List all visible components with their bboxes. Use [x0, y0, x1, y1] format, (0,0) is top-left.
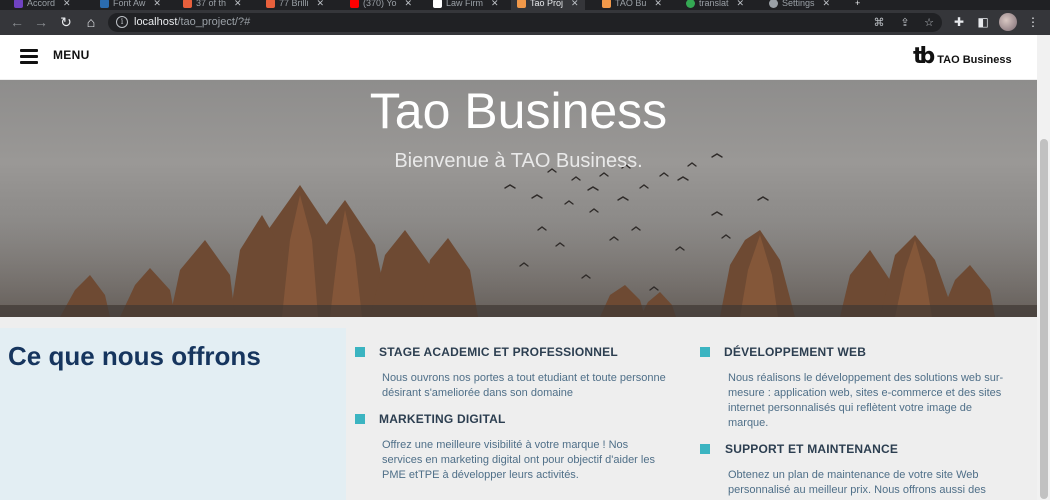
share-icon[interactable]: ⇪ [898, 16, 912, 30]
profile-avatar[interactable] [999, 13, 1017, 31]
tab-favicon-icon [100, 0, 109, 8]
site-header: MENU tb TAO Business [0, 35, 1037, 80]
browser-tab[interactable]: 77 Brilli ✕ [266, 0, 324, 10]
close-icon[interactable]: ✕ [654, 0, 662, 9]
tab-favicon-icon [183, 0, 192, 8]
service-description: Nous réalisons le développement des solu… [728, 371, 1003, 431]
tab-favicon-icon [14, 0, 23, 8]
tab-favicon-icon [769, 0, 778, 8]
scrollbar-thumb[interactable] [1040, 139, 1048, 499]
page-viewport: MENU tb TAO Business Tao Business Bienve… [0, 35, 1037, 500]
browser-tab[interactable]: Accord ✕ [14, 0, 71, 10]
service-description: Obtenez un plan de maintenance de votre … [728, 468, 986, 498]
browser-tab[interactable]: 37 of th ✕ [183, 0, 242, 10]
browser-tab[interactable]: Law Firm ✕ [433, 0, 499, 10]
site-logo[interactable]: tb TAO Business [913, 43, 1012, 71]
browser-tab-active[interactable]: Tao Proj ✕ [511, 0, 585, 10]
hero-banner: Tao Business Bienvenue à TAO Business. [0, 80, 1037, 317]
tab-favicon-icon [433, 0, 442, 8]
service-description-line: internet personnalisés qui reflètent vot… [728, 402, 972, 414]
service-title: DÉVELOPPEMENT WEB [724, 345, 867, 359]
service-description-line: PME etTPE à développer leurs activités. [382, 469, 579, 481]
address-url: localhost/tao_project/?# [134, 16, 251, 28]
service-description-line: mesure : application web, sites e-commer… [728, 387, 1002, 399]
browser-tab[interactable]: Settings ✕ [769, 0, 830, 10]
translate-icon[interactable]: ⌘ [872, 16, 886, 30]
close-icon[interactable]: ✕ [405, 0, 413, 9]
tab-favicon-icon [602, 0, 611, 8]
logo-text: TAO Business [937, 54, 1012, 66]
hamburger-menu-icon[interactable] [20, 49, 38, 64]
extensions-puzzle-icon[interactable]: ✚ [951, 14, 967, 30]
hero-title: Tao Business [369, 83, 668, 139]
home-icon[interactable]: ⌂ [82, 13, 100, 31]
service-description-line: personnalisé au meilleur prix. Nous offr… [728, 484, 986, 496]
tab-favicon-icon [686, 0, 695, 8]
browser-tab[interactable]: Font Aw ✕ [100, 0, 161, 10]
service-bullet-icon [700, 347, 710, 357]
browser-toolbar: ← → ↻ ⌂ i localhost/tao_project/?# ⌘ ⇪ ☆… [0, 10, 1050, 35]
site-info-icon[interactable]: i [116, 16, 128, 28]
close-icon[interactable]: ✕ [737, 0, 745, 9]
hero-subtitle: Bienvenue à TAO Business. [394, 150, 643, 172]
browser-tab[interactable]: TAO Bu ✕ [602, 0, 662, 10]
service-description-line: Offrez une meilleure visibilité à votre … [382, 439, 629, 451]
close-icon[interactable]: ✕ [491, 0, 499, 9]
service-title: MARKETING DIGITAL [379, 412, 506, 426]
tab-favicon-icon [350, 0, 359, 8]
forward-arrow-icon[interactable]: → [32, 13, 50, 31]
tab-favicon-icon [517, 0, 526, 8]
service-description: Nous ouvrons nos portes a tout etudiant … [382, 371, 666, 401]
browser-tab[interactable]: translat ✕ [686, 0, 744, 10]
close-icon[interactable]: ✕ [63, 0, 71, 9]
service-bullet-icon [355, 414, 365, 424]
close-icon[interactable]: ✕ [234, 0, 242, 9]
service-bullet-icon [700, 444, 710, 454]
page-scrollbar[interactable] [1037, 35, 1050, 500]
offers-heading: Ce que nous offrons [8, 341, 261, 371]
close-icon[interactable]: ✕ [823, 0, 831, 9]
new-tab-button[interactable]: + [855, 0, 860, 10]
reload-icon[interactable]: ↻ [57, 13, 75, 31]
plus-icon: + [855, 0, 861, 8]
close-icon[interactable]: ✕ [153, 0, 161, 9]
service-description-line: services en marketing digital ont pour o… [382, 454, 655, 466]
service-description-line: Nous ouvrons nos portes a tout etudiant … [382, 372, 666, 384]
browser-tab-strip: Accord ✕ Font Aw ✕ 37 of th ✕ 77 Brilli ✕ (3… [0, 0, 1050, 10]
service-title: SUPPORT ET MAINTENANCE [725, 442, 899, 456]
service-bullet-icon [355, 347, 365, 357]
service-title: STAGE ACADEMIC ET PROFESSIONNEL [379, 345, 618, 359]
service-description-line: désirant s'ameliorée dans son domaine [382, 387, 574, 399]
offers-heading-panel: Ce que nous offrons [0, 328, 346, 500]
menu-label[interactable]: MENU [53, 48, 90, 62]
service-description: Offrez une meilleure visibilité à votre … [382, 438, 655, 483]
close-icon[interactable]: ✕ [571, 0, 579, 9]
back-arrow-icon[interactable]: ← [8, 13, 26, 31]
offers-section: Ce que nous offrons STAGE ACADEMIC ET PR… [0, 317, 1037, 500]
tab-favicon-icon [266, 0, 275, 8]
bookmark-star-icon[interactable]: ☆ [922, 16, 936, 30]
logo-mark: tb [913, 44, 935, 69]
kebab-menu-icon[interactable]: ⋮ [1025, 14, 1041, 30]
browser-tab[interactable]: (370) Yo ✕ [350, 0, 412, 10]
service-description-line: marque. [728, 417, 769, 429]
address-bar[interactable]: i localhost/tao_project/?# ⌘ ⇪ ☆ [108, 13, 942, 32]
side-panel-icon[interactable]: ◧ [975, 14, 991, 30]
close-icon[interactable]: ✕ [317, 0, 325, 9]
service-description-line: Obtenez un plan de maintenance de votre … [728, 469, 979, 481]
service-description-line: Nous réalisons le développement des solu… [728, 372, 1004, 384]
